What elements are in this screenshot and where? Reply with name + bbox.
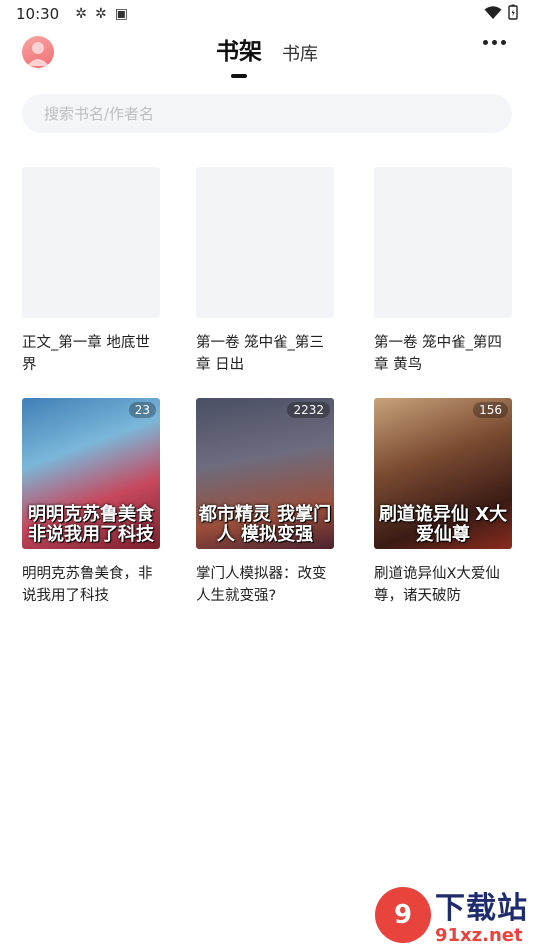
book-cover-image: 156 刷道诡异仙 X大爱仙尊 [374, 398, 512, 549]
site-watermark: 9 下载站 91xz.net [375, 883, 528, 946]
status-right [484, 4, 518, 24]
book-title: 正文_第一章 地底世界 [22, 335, 150, 373]
more-icon-dot [501, 40, 506, 45]
more-options-button[interactable] [483, 40, 506, 45]
book-cover-placeholder [374, 167, 512, 318]
book-title: 明明克苏鲁美食，非说我用了科技 [22, 566, 153, 604]
book-title: 刷道诡异仙X大爱仙尊，诸天破防 [374, 566, 500, 604]
search-input[interactable] [44, 104, 512, 123]
tab-bar: 书架 书库 [0, 30, 534, 78]
watermark-text: 下载站 91xz.net [435, 883, 528, 946]
book-title: 第一卷 笼中雀_第三章 日出 [196, 335, 324, 373]
book-item[interactable]: 正文_第一章 地底世界 [22, 167, 164, 376]
book-cover-image: 23 明明克苏鲁美食 非说我用了科技 [22, 398, 160, 549]
book-item[interactable]: 第一卷 笼中雀_第四章 黄鸟 [374, 167, 516, 376]
cover-title-art: 都市精灵 我掌门人 模拟变强 [198, 504, 332, 545]
book-cover-placeholder [22, 167, 160, 318]
notification-icon-2: ✲ [94, 6, 107, 22]
update-count-badge: 2232 [287, 402, 330, 418]
book-title: 掌门人模拟器：改变人生就变强? [196, 566, 327, 604]
tab-bookshelf-label: 书架 [216, 39, 262, 65]
search-bar[interactable] [22, 94, 512, 133]
book-cover-placeholder [196, 167, 334, 318]
notification-icon: ✲ [75, 6, 87, 22]
book-title: 第一卷 笼中雀_第四章 黄鸟 [374, 335, 502, 373]
more-icon-dot [483, 40, 488, 45]
status-time: 10:30 [16, 5, 60, 23]
active-tab-indicator [231, 74, 247, 78]
book-item[interactable]: 23 明明克苏鲁美食 非说我用了科技 明明克苏鲁美食，非说我用了科技 [22, 398, 164, 607]
book-cover-image: 2232 都市精灵 我掌门人 模拟变强 [196, 398, 334, 549]
top-bar: 书架 书库 [0, 30, 534, 80]
watermark-url: 91xz.net [435, 925, 523, 946]
book-item[interactable]: 156 刷道诡异仙 X大爱仙尊 刷道诡异仙X大爱仙尊，诸天破防 [374, 398, 516, 607]
watermark-logo: 9 [375, 886, 431, 943]
app-icon: ▣ [114, 6, 128, 22]
tab-library-label: 书库 [282, 44, 318, 65]
book-item[interactable]: 第一卷 笼中雀_第三章 日出 [196, 167, 338, 376]
update-count-badge: 23 [128, 402, 156, 418]
cover-title-art: 刷道诡异仙 X大爱仙尊 [378, 504, 508, 545]
book-item[interactable]: 2232 都市精灵 我掌门人 模拟变强 掌门人模拟器：改变人生就变强? [196, 398, 338, 607]
tab-library[interactable]: 书库 [282, 40, 318, 74]
tab-bookshelf[interactable]: 书架 [216, 32, 262, 78]
battery-icon [508, 4, 518, 24]
cover-title-art: 明明克苏鲁美食 非说我用了科技 [28, 504, 154, 545]
status-bar: 10:30 ✲ ✲ ▣ [0, 0, 534, 28]
more-icon-dot [492, 40, 497, 45]
watermark-big-text: 下载站 [435, 891, 528, 926]
wifi-icon [484, 5, 502, 24]
update-count-badge: 156 [473, 402, 508, 418]
